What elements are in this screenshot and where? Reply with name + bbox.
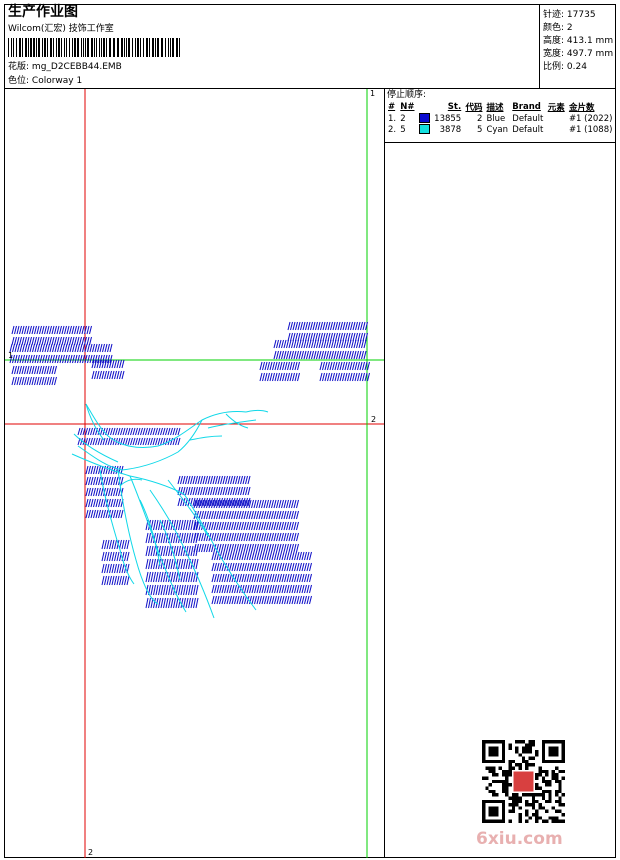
- embroidery-design-preview: [5, 89, 384, 858]
- blue-satin-fill: [9, 321, 370, 609]
- marker-v2: 2: [88, 848, 94, 857]
- marker-v1: 1: [370, 89, 376, 98]
- marker-h1: 1: [8, 351, 14, 360]
- marker-h2: 2: [371, 415, 377, 424]
- watermark: 6xiu.com: [476, 829, 563, 849]
- qr-center-logo: [513, 771, 534, 792]
- qr-code: [482, 740, 565, 823]
